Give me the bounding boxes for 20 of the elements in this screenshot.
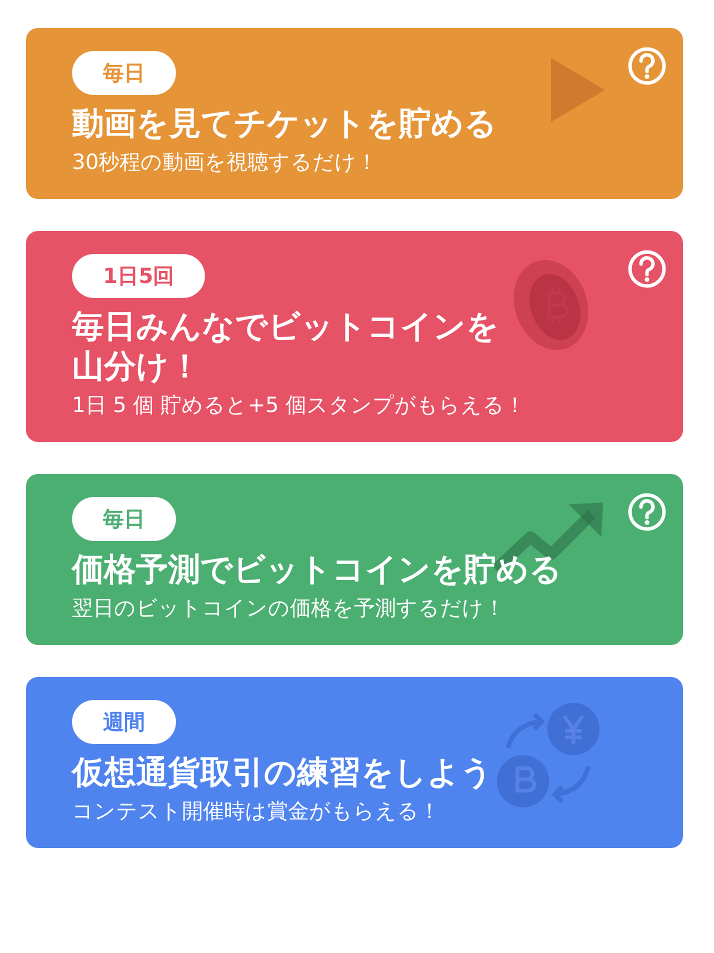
card[interactable]: 週間 仮想通貨取引の練習をしよう コンテスト開催時は賞金がもらえる！	[26, 677, 683, 848]
badge: 1日5回	[72, 254, 206, 298]
card-subtitle: コンテスト開催時は賞金がもらえる！	[72, 798, 440, 825]
badge: 毎日	[72, 497, 176, 541]
card-title: 仮想通貨取引の練習をしよう	[72, 752, 493, 792]
card-title: 価格予測でビットコインを貯める	[72, 549, 562, 589]
card-subtitle: 1日 5 個 貯めると+5 個スタンプがもらえる！	[72, 392, 526, 419]
card[interactable]: 毎日 動画を見てチケットを貯める 30秒程の動画を視聴するだけ！	[26, 28, 683, 199]
badge: 毎日	[72, 51, 176, 95]
card-subtitle: 翌日のビットコインの価格を予測するだけ！	[72, 595, 505, 622]
help-icon[interactable]	[627, 492, 667, 532]
help-icon[interactable]	[627, 46, 667, 86]
card-title: 動画を見てチケットを貯める	[72, 103, 497, 143]
badge: 週間	[72, 700, 176, 744]
card[interactable]: 1日5回 毎日みんなでビットコインを 山分け！ 1日 5 個 貯めると+5 個スタンプがもらえる！	[26, 231, 683, 442]
card[interactable]: 毎日 価格予測でビットコインを貯める 翌日のビットコインの価格を予測するだけ！	[26, 474, 683, 645]
help-icon[interactable]	[627, 249, 667, 289]
card-title: 山分け！	[72, 346, 201, 386]
card-subtitle: 30秒程の動画を視聴するだけ！	[72, 149, 378, 176]
card-title: 毎日みんなでビットコインを	[72, 306, 499, 346]
